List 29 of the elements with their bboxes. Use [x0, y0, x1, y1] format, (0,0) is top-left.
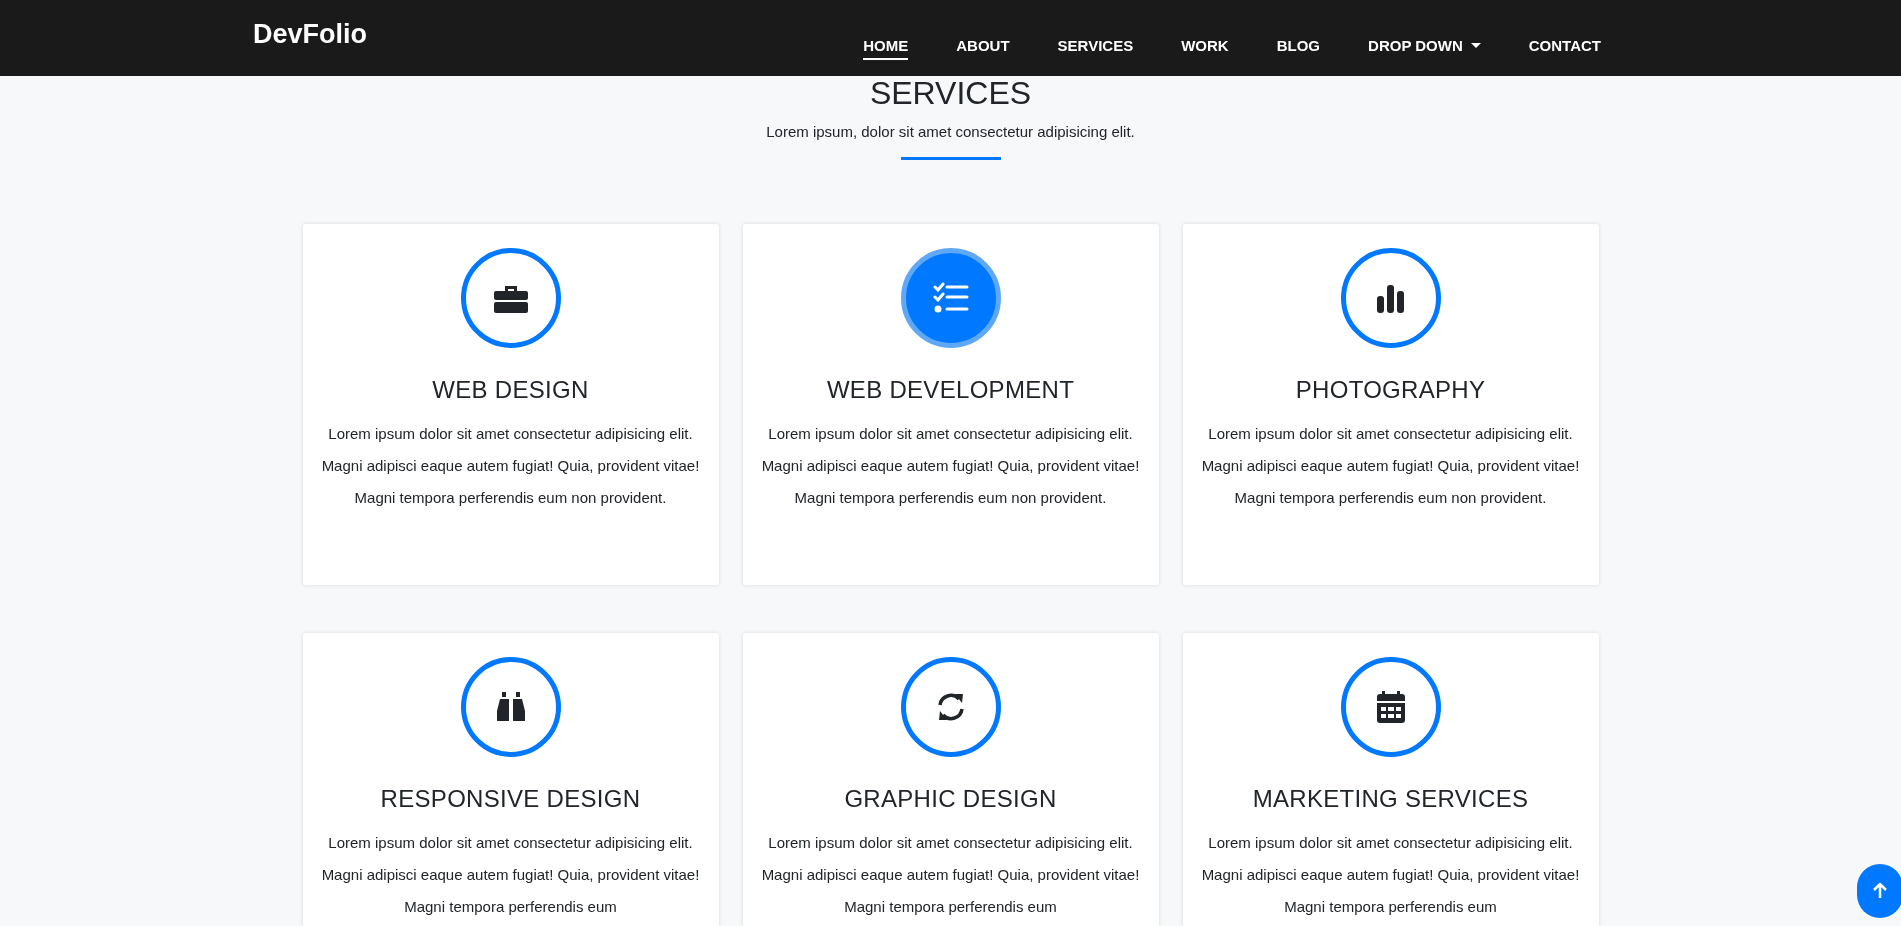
service-title: WEB DESIGN — [432, 376, 589, 404]
nav-link[interactable]: HOME — [863, 32, 909, 60]
nav-link[interactable]: WORK — [1181, 32, 1229, 60]
caret-icon — [1470, 42, 1481, 48]
arrow-up-icon — [1873, 883, 1887, 899]
service-description: Lorem ipsum dolor sit amet consectetur adipisicing elit. Magni adipisci eaque autem fugiat! Quia, provident vitae! Magni tempora perferendis eum — [760, 833, 1141, 917]
service-title: MARKETING SERVICES — [1252, 785, 1529, 813]
checklist-icon — [932, 282, 969, 314]
scroll-to-top-button[interactable] — [1857, 864, 1901, 918]
section-subtitle: Lorem ipsum, dolor sit amet consectetur adipisicing elit. — [766, 123, 1135, 140]
nav-link[interactable]: ABOUT — [956, 32, 1010, 60]
service-title: RESPONSIVE DESIGN — [380, 785, 641, 813]
section-title: SERVICES — [869, 77, 1032, 109]
service-title: GRAPHIC DESIGN — [844, 785, 1057, 813]
brand-logo[interactable]: DevFolio — [253, 18, 367, 50]
service-title: PHOTOGRAPHY — [1295, 376, 1486, 404]
binoculars-icon — [494, 691, 527, 723]
dropdown-menu-link[interactable]: DROP DOWN — [1368, 32, 1481, 60]
service-title: WEB DEVELOPMENT — [826, 376, 1075, 404]
calendar-icon — [1375, 691, 1406, 723]
service-description: Lorem ipsum dolor sit amet consectetur adipisicing elit. Magni adipisci eaque autem fugiat! Quia, provident vitae! Magni tempora perferendis eum non provident. — [1200, 424, 1581, 508]
nav-link[interactable]: BLOG — [1276, 32, 1321, 60]
bar-chart-icon — [1374, 282, 1407, 314]
nav-link[interactable]: SERVICES — [1057, 32, 1134, 60]
service-description: Lorem ipsum dolor sit amet consectetur adipisicing elit. Magni adipisci eaque autem fugiat! Quia, provident vitae! Magni tempora perferendis eum — [1200, 833, 1581, 917]
service-description: Lorem ipsum dolor sit amet consectetur adipisicing elit. Magni adipisci eaque autem fugiat! Quia, provident vitae! Magni tempora perferendis eum non provident. — [760, 424, 1141, 508]
service-description: Lorem ipsum dolor sit amet consectetur adipisicing elit. Magni adipisci eaque autem fugiat! Quia, provident vitae! Magni tempora perferendis eum — [320, 833, 701, 917]
nav-link[interactable]: CONTACT — [1528, 32, 1601, 60]
service-description: Lorem ipsum dolor sit amet consectetur adipisicing elit. Magni adipisci eaque autem fugiat! Quia, provident vitae! Magni tempora perferendis eum non provident. — [320, 424, 701, 508]
